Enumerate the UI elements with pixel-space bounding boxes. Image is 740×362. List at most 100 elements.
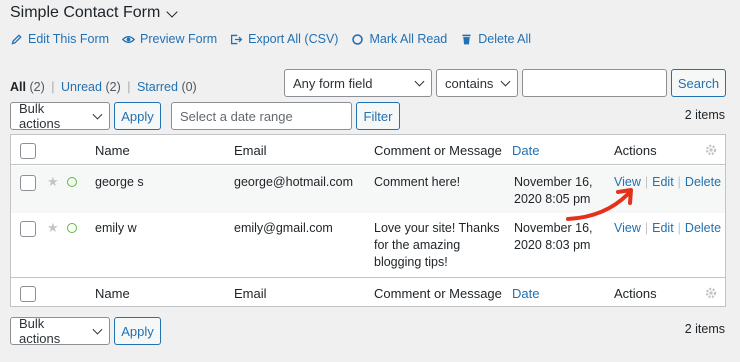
- row-actions: View | Edit | Delete: [614, 174, 721, 191]
- entry-date-line: November 16,: [514, 221, 593, 235]
- items-count-top: 2 items: [684, 108, 725, 122]
- delete-link[interactable]: Delete: [685, 221, 721, 235]
- filter-separator: |: [51, 80, 55, 94]
- filter-starred[interactable]: Starred: [137, 80, 178, 94]
- form-title: Simple Contact Form: [10, 4, 161, 21]
- action-separator: |: [677, 221, 681, 235]
- pencil-icon: [11, 33, 22, 44]
- entry-name: george s: [95, 175, 144, 189]
- edit-form-link[interactable]: Edit This Form: [10, 32, 109, 46]
- column-name: Name: [95, 143, 130, 158]
- bulk-actions-value: Bulk actions: [19, 101, 61, 131]
- filter-all[interactable]: All: [10, 80, 26, 94]
- column-date-sort[interactable]: Date: [512, 142, 539, 159]
- action-separator: |: [644, 175, 649, 189]
- preview-form-link[interactable]: Preview Form: [122, 32, 217, 46]
- trash-icon: [462, 34, 471, 44]
- edit-form-label: Edit This Form: [28, 32, 110, 46]
- filter-separator: |: [127, 80, 131, 94]
- column-actions: Actions: [614, 286, 657, 301]
- column-email: Email: [234, 286, 267, 301]
- filter-unread-count: (2): [105, 80, 121, 94]
- entry-comment-line: blogging tips!: [374, 255, 448, 269]
- bulk-actions-select-bottom[interactable]: Bulk actions: [10, 316, 110, 346]
- filter-unread[interactable]: Unread: [61, 80, 102, 94]
- row-checkbox[interactable]: [20, 175, 36, 191]
- apply-button-top[interactable]: Apply: [114, 102, 161, 130]
- delete-all-label: Delete All: [478, 32, 532, 46]
- circle-icon: [352, 33, 364, 45]
- search-operator-value: contains: [445, 75, 494, 91]
- action-separator: |: [677, 175, 681, 189]
- view-link[interactable]: View: [614, 175, 641, 189]
- entry-date-line: 2020 8:03 pm: [514, 238, 591, 252]
- gear-icon[interactable]: [705, 144, 717, 156]
- table-row: ★ emily w emily@gmail.com Love your site…: [11, 213, 725, 276]
- filter-all-count: (2): [29, 80, 45, 94]
- star-icon[interactable]: ★: [47, 174, 59, 190]
- column-name: Name: [95, 286, 130, 301]
- view-link[interactable]: View: [614, 221, 641, 235]
- bulk-actions-select-top[interactable]: Bulk actions: [10, 101, 110, 131]
- column-date-sort[interactable]: Date: [512, 285, 539, 302]
- action-separator: |: [644, 221, 649, 235]
- filter-starred-count: (0): [181, 80, 197, 94]
- entry-date-line: November 16,: [514, 175, 593, 189]
- entry-comment-line: for the amazing: [374, 238, 461, 252]
- select-all-checkbox[interactable]: [20, 143, 36, 159]
- entry-comment: Comment here!: [374, 175, 461, 189]
- entry-comment: Love your site! Thanks for the amazing b…: [374, 220, 500, 271]
- table-row: ★ george s george@hotmail.com Comment he…: [11, 166, 725, 213]
- column-comment: Comment or Message: [374, 143, 502, 158]
- eye-icon: [122, 35, 136, 43]
- filter-button[interactable]: Filter: [356, 102, 400, 130]
- table-header: Name Email Comment or Message Date Actio…: [11, 135, 725, 165]
- row-actions: View | Edit | Delete: [614, 220, 721, 237]
- unread-status-icon[interactable]: [67, 177, 77, 187]
- search-input[interactable]: [522, 69, 667, 97]
- form-selector[interactable]: Simple Contact Form: [10, 4, 178, 22]
- chevron-down-icon: [92, 324, 103, 334]
- column-comment: Comment or Message: [374, 286, 502, 301]
- delete-link[interactable]: Delete: [685, 175, 721, 189]
- preview-form-label: Preview Form: [140, 32, 218, 46]
- search-button[interactable]: Search: [671, 69, 726, 97]
- search-operator-select[interactable]: contains: [436, 69, 518, 97]
- chevron-down-icon: [414, 76, 425, 86]
- export-icon: [231, 34, 243, 44]
- edit-link[interactable]: Edit: [652, 175, 674, 189]
- bulk-actions-value: Bulk actions: [19, 316, 61, 346]
- delete-all-link[interactable]: Delete All: [460, 32, 531, 46]
- date-range-placeholder: Select a date range: [180, 108, 293, 124]
- chevron-down-icon: [92, 109, 103, 119]
- gear-icon[interactable]: [705, 287, 717, 299]
- row-checkbox[interactable]: [20, 221, 36, 237]
- apply-button-bottom[interactable]: Apply: [114, 317, 161, 345]
- entry-date: November 16, 2020 8:05 pm: [514, 174, 593, 208]
- chevron-down-icon: [500, 76, 511, 86]
- mark-all-read-label: Mark All Read: [369, 32, 448, 46]
- export-csv-label: Export All (CSV): [248, 32, 339, 46]
- column-email: Email: [234, 143, 267, 158]
- date-range-input[interactable]: Select a date range: [171, 102, 352, 130]
- search-field-value: Any form field: [293, 75, 373, 91]
- entries-toolbar: Edit This Form Preview Form Export All (…: [10, 32, 531, 46]
- export-csv-link[interactable]: Export All (CSV): [230, 32, 338, 46]
- entry-email: george@hotmail.com: [234, 175, 353, 189]
- entry-date-line: 2020 8:05 pm: [514, 192, 591, 206]
- star-icon[interactable]: ★: [47, 220, 59, 236]
- search-field-select[interactable]: Any form field: [284, 69, 432, 97]
- entry-date: November 16, 2020 8:03 pm: [514, 220, 593, 254]
- entry-name: emily w: [95, 221, 137, 235]
- entry-comment-line: Love your site! Thanks: [374, 221, 500, 235]
- table-footer: Name Email Comment or Message Date Actio…: [11, 277, 725, 307]
- entry-email: emily@gmail.com: [234, 221, 333, 235]
- items-count-bottom: 2 items: [684, 322, 725, 336]
- edit-link[interactable]: Edit: [652, 221, 674, 235]
- entries-table: Name Email Comment or Message Date Actio…: [10, 134, 726, 307]
- select-all-checkbox[interactable]: [20, 286, 36, 302]
- unread-status-icon[interactable]: [67, 223, 77, 233]
- chevron-down-icon: [166, 5, 178, 18]
- mark-all-read-link[interactable]: Mark All Read: [351, 32, 447, 46]
- column-actions: Actions: [614, 143, 657, 158]
